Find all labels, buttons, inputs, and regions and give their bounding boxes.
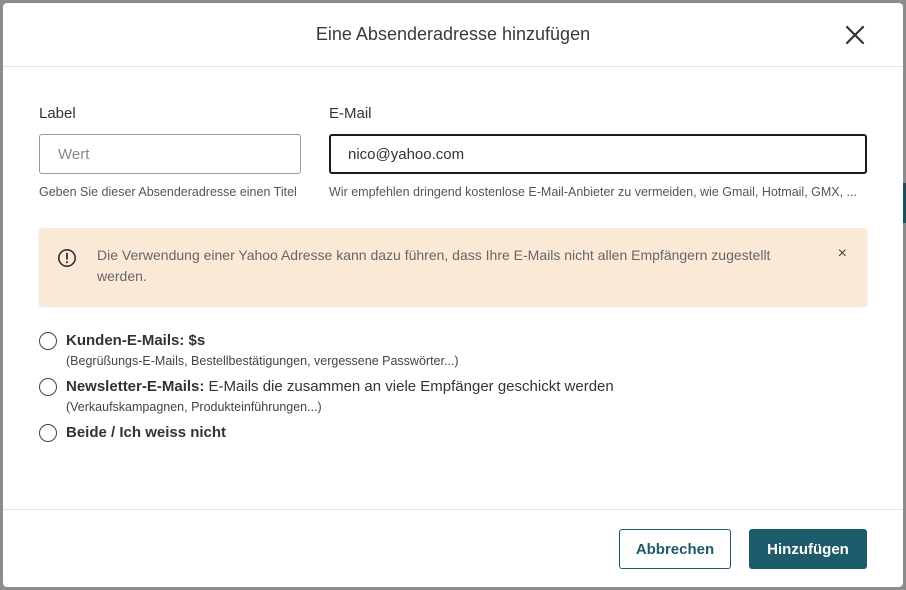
email-field-group: E-Mail Wir empfehlen dringend kostenlose… xyxy=(329,105,867,202)
dialog-footer: Abbrechen Hinzufügen xyxy=(3,509,903,587)
option-both[interactable]: Beide / Ich weiss nicht xyxy=(39,423,867,443)
email-type-options: Kunden-E-Mails: $s (Begrüßungs-E-Mails, … xyxy=(39,331,867,443)
label-field-group: Label Geben Sie dieser Absenderadresse e… xyxy=(39,105,301,202)
yahoo-warning-alert: Die Verwendung einer Yahoo Adresse kann … xyxy=(39,228,867,306)
email-input[interactable] xyxy=(329,134,867,174)
add-button[interactable]: Hinzufügen xyxy=(749,529,867,569)
alert-close-button[interactable]: × xyxy=(838,244,847,264)
radio-both[interactable] xyxy=(39,424,57,442)
cancel-button[interactable]: Abbrechen xyxy=(619,529,731,569)
dialog-title: Eine Absenderadresse hinzufügen xyxy=(315,24,591,44)
exclamation-circle-icon xyxy=(58,249,76,267)
close-icon xyxy=(845,25,865,45)
email-field-label: E-Mail xyxy=(329,105,372,122)
label-field-hint: Geben Sie dieser Absenderadresse einen T… xyxy=(39,185,297,199)
dialog-header: Eine Absenderadresse hinzufügen xyxy=(3,3,903,67)
option-title-detail: E-Mails die zusammen an viele Empfänger … xyxy=(204,378,614,395)
option-title: Newsletter-E-Mails: xyxy=(66,378,205,395)
alert-message: Die Verwendung einer Yahoo Adresse kann … xyxy=(97,247,771,284)
label-field-label: Label xyxy=(39,105,76,122)
radio-customer-emails[interactable] xyxy=(39,332,57,350)
option-description: (Begrüßungs-E-Mails, Bestellbestätigunge… xyxy=(66,354,459,368)
dialog-body: Label Geben Sie dieser Absenderadresse e… xyxy=(3,105,903,443)
email-field-hint: Wir empfehlen dringend kostenlose E-Mail… xyxy=(329,185,857,199)
radio-newsletter-emails[interactable] xyxy=(39,378,57,396)
option-customer-emails[interactable]: Kunden-E-Mails: $s (Begrüßungs-E-Mails, … xyxy=(39,331,867,370)
add-sender-dialog: Eine Absenderadresse hinzufügen Label Ge… xyxy=(3,3,903,587)
label-input[interactable] xyxy=(39,134,301,174)
option-description: (Verkaufskampagnen, Produkteinführungen.… xyxy=(66,400,322,414)
form-fields: Label Geben Sie dieser Absenderadresse e… xyxy=(39,105,867,202)
option-title: Kunden-E-Mails: $s xyxy=(66,332,206,349)
close-button[interactable] xyxy=(841,21,869,49)
option-newsletter-emails[interactable]: Newsletter-E-Mails: E-Mails die zusammen… xyxy=(39,377,867,416)
option-title: Beide / Ich weiss nicht xyxy=(66,424,227,441)
